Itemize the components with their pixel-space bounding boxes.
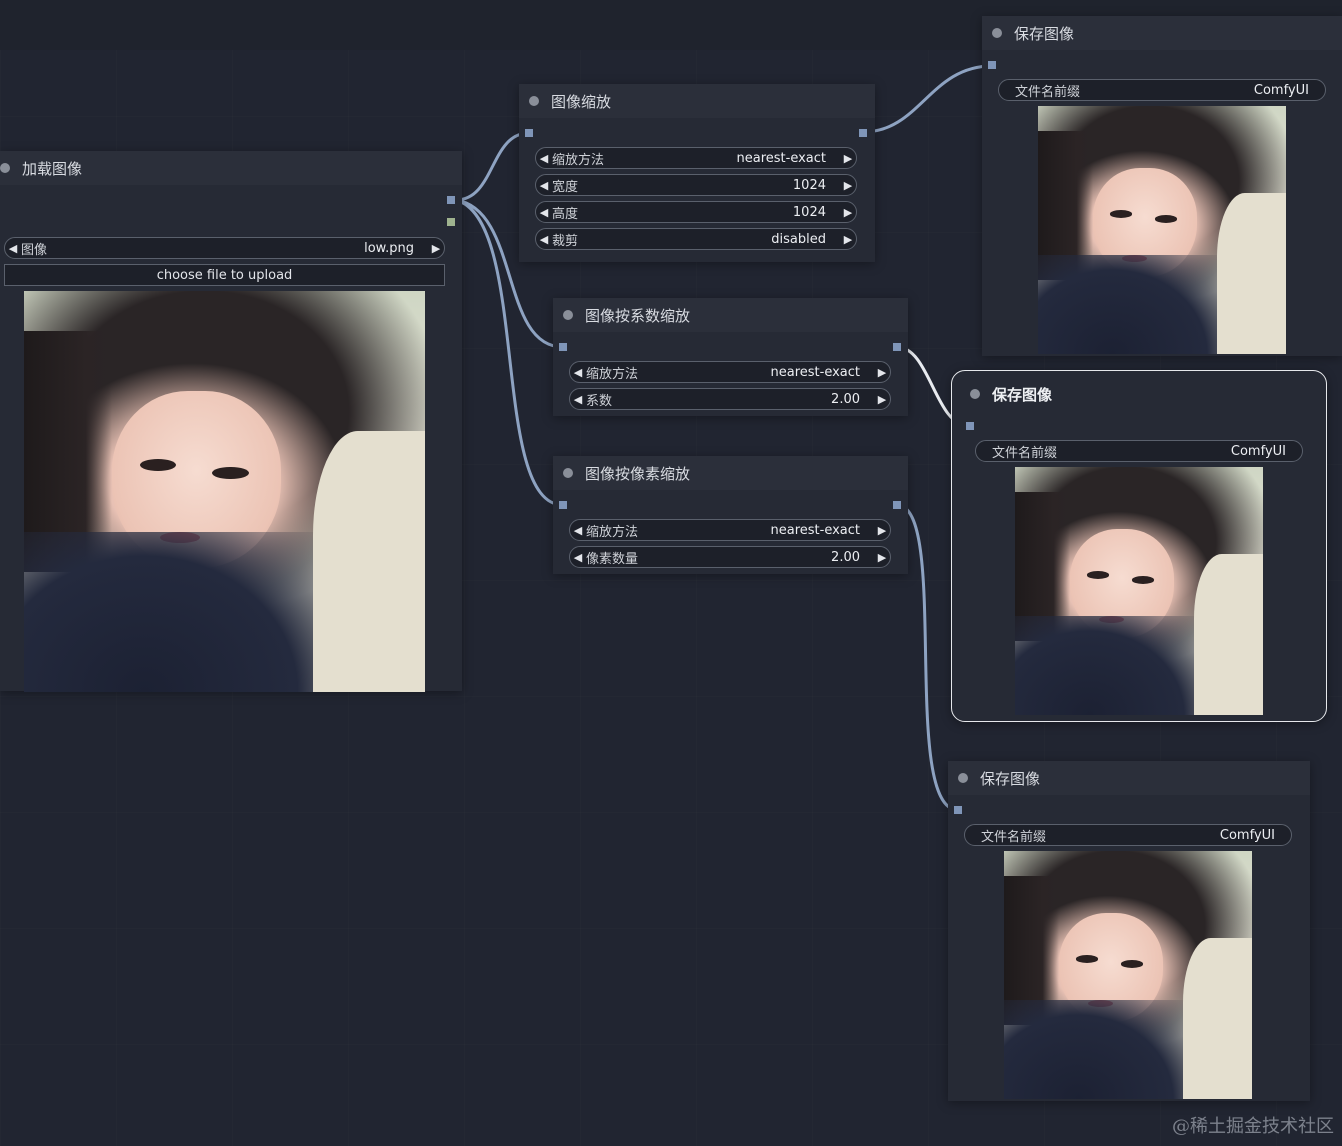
image-scale-pixels-node[interactable]: 图像按像素缩放 ◀ 缩放方法 nearest-exact ▶ ◀ 像素数量 2.… xyxy=(553,456,908,574)
node-title-bar[interactable]: 图像按像素缩放 xyxy=(553,456,908,490)
widget-value: nearest-exact xyxy=(770,364,861,380)
widget-value: ComfyUI xyxy=(1219,827,1275,843)
scale-method-widget[interactable]: ◀ 缩放方法 nearest-exact ▶ xyxy=(535,147,857,169)
right-triangle-icon[interactable]: ▶ xyxy=(874,366,890,379)
right-triangle-icon[interactable]: ▶ xyxy=(874,393,890,406)
left-triangle-icon[interactable]: ◀ xyxy=(5,242,21,255)
collapse-dot-icon[interactable] xyxy=(563,468,573,478)
widget-label: 缩放方法 xyxy=(586,524,639,540)
crop-widget[interactable]: ◀ 裁剪 disabled ▶ xyxy=(535,228,857,250)
output-slot-image[interactable] xyxy=(447,196,455,204)
load-image-node[interactable]: 加载图像 ◀ 图像 low.png ▶ choose file to uploa… xyxy=(0,151,462,692)
widget-label: 像素数量 xyxy=(586,551,639,567)
output-slot-image[interactable] xyxy=(893,501,901,509)
input-slot-images[interactable] xyxy=(988,61,996,69)
collapse-dot-icon[interactable] xyxy=(970,389,980,399)
node-title: 图像按系数缩放 xyxy=(585,306,691,325)
node-title: 保存图像 xyxy=(980,769,1041,788)
right-triangle-icon[interactable]: ▶ xyxy=(874,551,890,564)
output-slot-mask[interactable] xyxy=(447,218,455,226)
left-triangle-icon[interactable]: ◀ xyxy=(536,179,552,192)
left-triangle-icon[interactable]: ◀ xyxy=(536,152,552,165)
node-title-bar[interactable]: 保存图像 xyxy=(948,761,1310,795)
widget-value: 1024 xyxy=(792,177,826,193)
node-title-bar[interactable]: 图像按系数缩放 xyxy=(553,298,908,332)
widget-value: disabled xyxy=(771,231,826,247)
megapixels-widget[interactable]: ◀ 像素数量 2.00 ▶ xyxy=(569,546,891,568)
filename-prefix-widget[interactable]: 文件名前缀 ComfyUI xyxy=(998,79,1326,101)
height-widget[interactable]: ◀ 高度 1024 ▶ xyxy=(535,201,857,223)
watermark: @稀土掘金技术社区 xyxy=(1172,1116,1334,1137)
input-slot-images[interactable] xyxy=(966,422,974,430)
input-slot-image[interactable] xyxy=(559,343,567,351)
widget-value: 2.00 xyxy=(831,391,860,407)
widget-label: 文件名前缀 xyxy=(992,445,1058,461)
preview-image xyxy=(24,291,425,692)
output-slot-image[interactable] xyxy=(893,343,901,351)
widget-label: 文件名前缀 xyxy=(1015,84,1081,100)
input-slot-image[interactable] xyxy=(559,501,567,509)
right-triangle-icon[interactable]: ▶ xyxy=(428,242,444,255)
widget-label: 缩放方法 xyxy=(586,366,639,382)
input-slot-image[interactable] xyxy=(525,129,533,137)
node-title: 加载图像 xyxy=(22,159,83,178)
output-slot-image[interactable] xyxy=(859,129,867,137)
right-triangle-icon[interactable]: ▶ xyxy=(840,179,856,192)
image-scale-node[interactable]: 图像缩放 ◀ 缩放方法 nearest-exact ▶ ◀ 宽度 1024 ▶ … xyxy=(519,84,875,262)
left-triangle-icon[interactable]: ◀ xyxy=(570,366,586,379)
image-scale-by-node[interactable]: 图像按系数缩放 ◀ 缩放方法 nearest-exact ▶ ◀ 系数 2.00… xyxy=(553,298,908,416)
node-title-bar[interactable]: 保存图像 xyxy=(982,16,1342,50)
collapse-dot-icon[interactable] xyxy=(563,310,573,320)
filename-prefix-widget[interactable]: 文件名前缀 ComfyUI xyxy=(964,824,1292,846)
node-title: 图像按像素缩放 xyxy=(585,464,691,483)
output-image xyxy=(1015,467,1263,715)
widget-label: 缩放方法 xyxy=(552,152,605,168)
scale-method-widget[interactable]: ◀ 缩放方法 nearest-exact ▶ xyxy=(569,519,891,541)
image-select-widget[interactable]: ◀ 图像 low.png ▶ xyxy=(4,237,445,259)
scale-factor-widget[interactable]: ◀ 系数 2.00 ▶ xyxy=(569,388,891,410)
input-slot-images[interactable] xyxy=(954,806,962,814)
widget-value: nearest-exact xyxy=(770,522,861,538)
node-title: 保存图像 xyxy=(992,385,1053,404)
upload-button[interactable]: choose file to upload xyxy=(4,264,445,286)
left-triangle-icon[interactable]: ◀ xyxy=(536,233,552,246)
collapse-dot-icon[interactable] xyxy=(958,773,968,783)
widget-value: 2.00 xyxy=(831,549,860,565)
left-triangle-icon[interactable]: ◀ xyxy=(570,551,586,564)
widget-label: 裁剪 xyxy=(552,233,579,249)
node-title: 图像缩放 xyxy=(551,92,612,111)
widget-label: 宽度 xyxy=(552,179,579,195)
node-title-bar[interactable]: 加载图像 xyxy=(0,151,462,185)
collapse-dot-icon[interactable] xyxy=(992,28,1002,38)
right-triangle-icon[interactable]: ▶ xyxy=(840,206,856,219)
left-triangle-icon[interactable]: ◀ xyxy=(570,524,586,537)
node-title-bar[interactable]: 图像缩放 xyxy=(519,84,875,118)
collapse-dot-icon[interactable] xyxy=(529,96,539,106)
right-triangle-icon[interactable]: ▶ xyxy=(840,233,856,246)
node-title: 保存图像 xyxy=(1014,24,1075,43)
save-image-node-1[interactable]: 保存图像 文件名前缀 ComfyUI xyxy=(982,16,1342,356)
node-title-bar[interactable]: 保存图像 xyxy=(952,377,1326,411)
filename-prefix-widget[interactable]: 文件名前缀 ComfyUI xyxy=(975,440,1303,462)
widget-value: ComfyUI xyxy=(1230,443,1286,459)
widget-label: 系数 xyxy=(586,393,613,409)
output-image xyxy=(1038,106,1286,354)
width-widget[interactable]: ◀ 宽度 1024 ▶ xyxy=(535,174,857,196)
save-image-node-2[interactable]: 保存图像 文件名前缀 ComfyUI xyxy=(951,370,1327,722)
widget-label: 高度 xyxy=(552,206,579,222)
widget-value: nearest-exact xyxy=(736,150,827,166)
save-image-node-3[interactable]: 保存图像 文件名前缀 ComfyUI xyxy=(948,761,1310,1101)
widget-label: 文件名前缀 xyxy=(981,829,1047,845)
scale-method-widget[interactable]: ◀ 缩放方法 nearest-exact ▶ xyxy=(569,361,891,383)
widget-value: low.png xyxy=(364,240,414,256)
left-triangle-icon[interactable]: ◀ xyxy=(570,393,586,406)
right-triangle-icon[interactable]: ▶ xyxy=(874,524,890,537)
output-image xyxy=(1004,851,1252,1099)
left-triangle-icon[interactable]: ◀ xyxy=(536,206,552,219)
widget-value: 1024 xyxy=(792,204,826,220)
collapse-dot-icon[interactable] xyxy=(0,163,10,173)
right-triangle-icon[interactable]: ▶ xyxy=(840,152,856,165)
widget-label: 图像 xyxy=(21,242,48,258)
widget-value: ComfyUI xyxy=(1253,82,1309,98)
